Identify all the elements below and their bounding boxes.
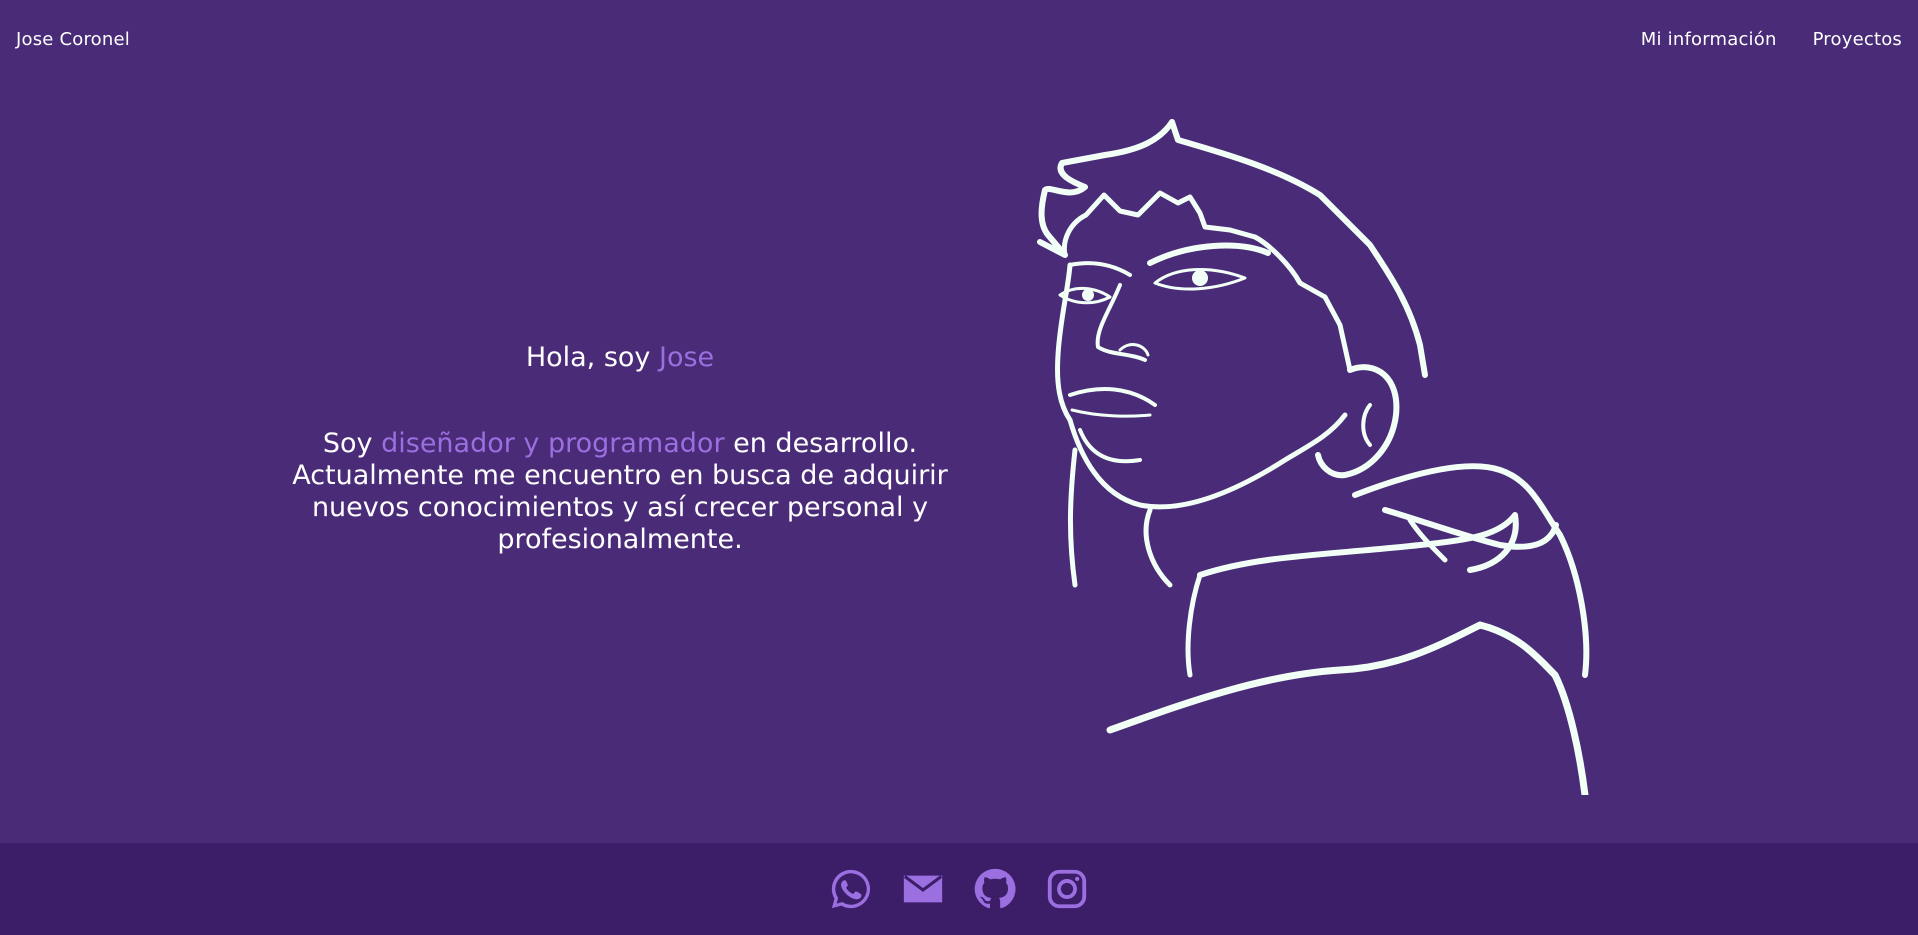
- instagram-icon: [1047, 869, 1087, 909]
- mail-link[interactable]: [899, 865, 947, 913]
- page: Jose Coronel Mi información Proyectos Ho…: [0, 0, 1918, 935]
- main-nav: Mi información Proyectos: [1641, 29, 1902, 50]
- greeting-name: Jose: [659, 342, 715, 373]
- bio-highlight: diseñador y programador: [381, 428, 725, 459]
- nav-link-mi-informacion[interactable]: Mi información: [1641, 29, 1777, 50]
- nav-link-proyectos[interactable]: Proyectos: [1813, 29, 1902, 50]
- greeting-prefix: Hola, soy: [525, 342, 659, 373]
- instagram-link[interactable]: [1043, 865, 1091, 913]
- github-icon: [974, 868, 1016, 909]
- portrait-illustration: [1037, 119, 1590, 795]
- whatsapp-icon: [831, 869, 871, 909]
- footer-social-bar: [0, 843, 1918, 935]
- bio-prefix: Soy: [322, 428, 382, 459]
- whatsapp-link[interactable]: [827, 865, 875, 913]
- greeting-heading: Hola, soy Jose: [230, 340, 1010, 376]
- bio-text: Soy diseñador y programador en desarroll…: [230, 428, 1010, 556]
- brand-link[interactable]: Jose Coronel: [16, 29, 130, 50]
- mail-icon: [903, 875, 943, 903]
- github-link[interactable]: [971, 865, 1019, 913]
- intro-section: Hola, soy Jose Soy diseñador y programad…: [230, 340, 1010, 556]
- top-navbar: Jose Coronel Mi información Proyectos: [0, 0, 1918, 80]
